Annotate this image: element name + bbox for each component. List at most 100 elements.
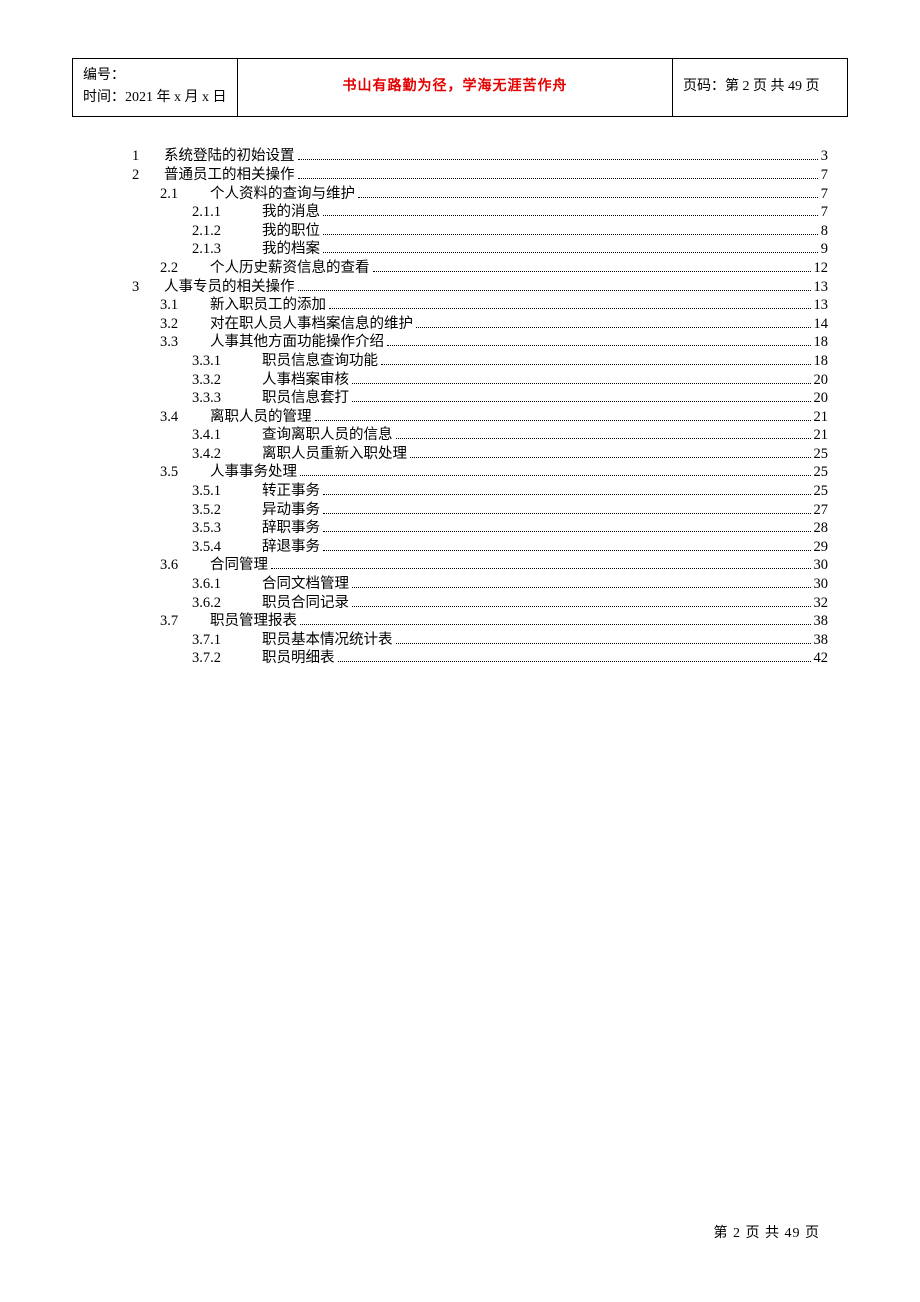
toc-leader-dots <box>323 502 811 514</box>
toc-title: 职员信息查询功能 <box>262 354 378 369</box>
toc-title: 合同管理 <box>210 558 268 573</box>
toc-page-number: 21 <box>814 428 829 443</box>
toc-number: 3.7.1 <box>192 633 262 648</box>
toc-entry: 3.6合同管理 30 <box>132 558 828 573</box>
table-of-contents: 1系统登陆的初始设置32普通员工的相关操作72.1个人资料的查询与维护72.1.… <box>72 149 848 666</box>
toc-title: 合同文档管理 <box>262 577 349 592</box>
toc-entry: 3.5.1转正事务25 <box>132 483 828 498</box>
toc-title: 个人历史薪资信息的查看 <box>210 261 370 276</box>
toc-entry: 3.7.2职员明细表 42 <box>132 651 828 666</box>
toc-entry: 3.7职员管理报表38 <box>132 614 828 629</box>
toc-number: 2.2 <box>160 261 210 276</box>
toc-entry: 1系统登陆的初始设置3 <box>132 149 828 164</box>
toc-page-number: 38 <box>814 614 829 629</box>
toc-title: 人事专员的相关操作 <box>164 280 295 295</box>
date-label: 时间： <box>83 90 125 105</box>
toc-page-number: 18 <box>814 335 829 350</box>
toc-number: 3.6 <box>160 558 210 573</box>
toc-page-number: 29 <box>814 540 829 555</box>
toc-title: 职员基本情况统计表 <box>262 633 393 648</box>
toc-leader-dots <box>271 558 811 570</box>
serial-label: 编号： <box>83 65 227 87</box>
toc-title: 辞职事务 <box>262 521 320 536</box>
toc-entry: 3.6.2职员合同记录 32 <box>132 595 828 610</box>
toc-page-number: 3 <box>821 149 828 164</box>
toc-page-number: 32 <box>814 596 829 611</box>
toc-page-number: 9 <box>821 242 828 257</box>
toc-number: 3.3.1 <box>192 354 262 369</box>
toc-leader-dots <box>323 521 811 533</box>
toc-title: 人事档案审核 <box>262 373 349 388</box>
toc-number: 3.6.2 <box>192 596 262 611</box>
toc-title: 离职人员重新入职处理 <box>262 447 407 462</box>
toc-title: 我的消息 <box>262 205 320 220</box>
toc-leader-dots <box>338 651 811 663</box>
toc-title: 职员合同记录 <box>262 596 349 611</box>
toc-leader-dots <box>323 483 811 495</box>
header-motto: 书山有路勤为径，学海无涯苦作舟 <box>238 59 673 117</box>
toc-page-number: 30 <box>814 558 829 573</box>
toc-number: 2 <box>132 168 164 183</box>
toc-number: 2.1.2 <box>192 224 262 239</box>
toc-leader-dots <box>298 167 818 179</box>
toc-leader-dots <box>298 149 818 161</box>
toc-title: 普通员工的相关操作 <box>164 168 295 183</box>
toc-entry: 2.2个人历史薪资信息的查看 12 <box>132 260 828 275</box>
toc-number: 3.6.1 <box>192 577 262 592</box>
date-value: 2021 年 x 月 x 日 <box>125 90 227 105</box>
toc-page-number: 30 <box>814 577 829 592</box>
toc-entry: 3.3人事其他方面功能操作介绍18 <box>132 335 828 350</box>
toc-leader-dots <box>298 279 811 291</box>
toc-number: 3.5.2 <box>192 503 262 518</box>
toc-entry: 2.1.2我的职位8 <box>132 223 828 238</box>
toc-page-number: 42 <box>814 651 829 666</box>
toc-number: 3.5.4 <box>192 540 262 555</box>
page-footer: 第 2 页 共 49 页 <box>714 1222 821 1242</box>
toc-leader-dots <box>315 409 811 421</box>
toc-entry: 2.1个人资料的查询与维护7 <box>132 186 828 201</box>
toc-leader-dots <box>352 576 811 588</box>
document-page: 编号： 时间：2021 年 x 月 x 日 书山有路勤为径，学海无涯苦作舟 页码… <box>0 0 920 666</box>
header-page-cell: 页码：第 2 页 共 49 页 <box>673 59 848 117</box>
toc-number: 2.1 <box>160 187 210 202</box>
toc-leader-dots <box>300 465 811 477</box>
toc-page-number: 18 <box>814 354 829 369</box>
page-value: 第 2 页 共 49 页 <box>725 79 820 94</box>
toc-page-number: 13 <box>814 298 829 313</box>
toc-leader-dots <box>323 205 818 217</box>
toc-entry: 3.3.3职员信息套打20 <box>132 391 828 406</box>
toc-number: 3.4.2 <box>192 447 262 462</box>
toc-title: 新入职员工的添加 <box>210 298 326 313</box>
toc-entry: 3.5人事事务处理25 <box>132 465 828 480</box>
toc-leader-dots <box>323 539 811 551</box>
toc-page-number: 7 <box>821 168 828 183</box>
toc-entry: 3.4.1查询离职人员的信息21 <box>132 428 828 443</box>
toc-page-number: 7 <box>821 187 828 202</box>
toc-page-number: 21 <box>814 410 829 425</box>
header-table: 编号： 时间：2021 年 x 月 x 日 书山有路勤为径，学海无涯苦作舟 页码… <box>72 58 848 117</box>
toc-title: 查询离职人员的信息 <box>262 428 393 443</box>
toc-title: 对在职人员人事档案信息的维护 <box>210 317 413 332</box>
toc-entry: 3.4离职人员的管理21 <box>132 409 828 424</box>
toc-page-number: 7 <box>821 205 828 220</box>
toc-page-number: 25 <box>814 447 829 462</box>
toc-number: 3.5 <box>160 465 210 480</box>
toc-leader-dots <box>358 186 818 198</box>
header-left-cell: 编号： 时间：2021 年 x 月 x 日 <box>73 59 238 117</box>
toc-title: 系统登陆的初始设置 <box>164 149 295 164</box>
toc-leader-dots <box>300 614 811 626</box>
toc-page-number: 8 <box>821 224 828 239</box>
toc-page-number: 12 <box>814 261 829 276</box>
toc-page-number: 13 <box>814 280 829 295</box>
toc-leader-dots <box>396 428 811 440</box>
toc-number: 3.5.1 <box>192 484 262 499</box>
toc-entry: 3.1新入职员工的添加13 <box>132 298 828 313</box>
page-label: 页码： <box>683 79 725 94</box>
toc-page-number: 27 <box>814 503 829 518</box>
toc-number: 3.7.2 <box>192 651 262 666</box>
toc-leader-dots <box>416 316 811 328</box>
toc-entry: 2普通员工的相关操作 7 <box>132 167 828 182</box>
toc-title: 职员明细表 <box>262 651 335 666</box>
toc-entry: 3.2对在职人员人事档案信息的维护14 <box>132 316 828 331</box>
toc-entry: 3.5.3辞职事务28 <box>132 521 828 536</box>
